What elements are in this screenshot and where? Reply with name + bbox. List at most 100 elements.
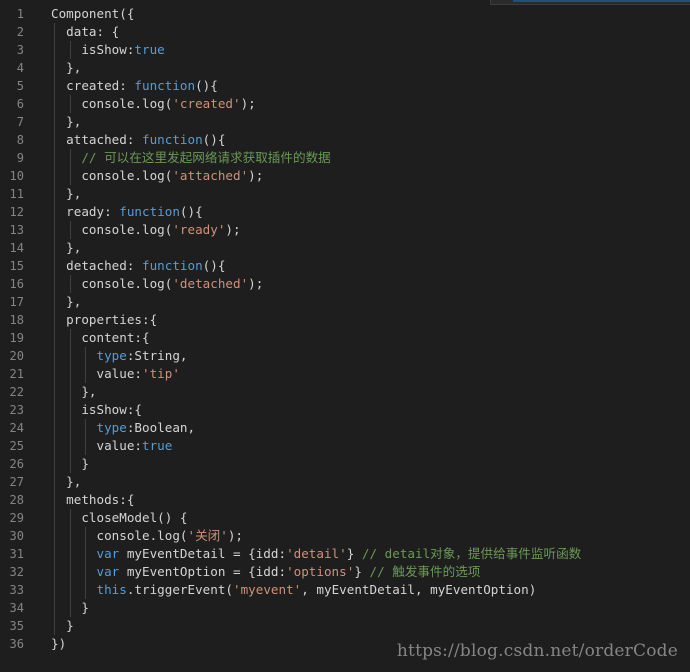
code-token: }, <box>51 384 97 399</box>
code-token: } <box>354 564 370 579</box>
code-line[interactable]: 33 this.triggerEvent('myevent', myEventD… <box>0 581 690 599</box>
code-text: closeModel() { <box>51 509 187 527</box>
code-token: (){ <box>195 78 218 93</box>
line-number: 18 <box>9 313 24 327</box>
code-token: :Boolean, <box>126 420 196 435</box>
code-line[interactable]: 3 isShow:true <box>0 41 690 59</box>
code-line[interactable]: 28 methods:{ <box>0 491 690 509</box>
code-text: }, <box>51 185 81 203</box>
code-token: type <box>96 348 127 363</box>
code-line[interactable]: 9 // 可以在这里发起网络请求获取插件的数据 <box>0 149 690 167</box>
code-line[interactable]: 17 }, <box>0 293 690 311</box>
code-token: var <box>96 564 120 579</box>
code-line[interactable]: 7 }, <box>0 113 690 131</box>
line-number: 3 <box>16 43 24 57</box>
code-line[interactable]: 1 Component({ <box>0 5 690 23</box>
line-number: 25 <box>9 439 24 453</box>
code-token: isShow:{ <box>51 402 142 417</box>
code-token: function <box>119 204 180 219</box>
line-number: 24 <box>9 421 24 435</box>
code-token: 'tip' <box>142 366 180 381</box>
code-text: console.log('ready'); <box>51 221 241 239</box>
code-token: function <box>142 132 203 147</box>
code-text: type:String, <box>51 347 188 365</box>
code-token: 'ready' <box>172 222 226 237</box>
code-token: true <box>134 42 165 57</box>
code-text: attached: function(){ <box>51 131 225 149</box>
code-line[interactable]: 26 } <box>0 455 690 473</box>
code-token: 'detached' <box>172 276 249 291</box>
code-text: // 可以在这里发起网络请求获取插件的数据 <box>51 149 331 167</box>
code-token: '关闭' <box>187 528 228 543</box>
code-line[interactable]: 21 value:'tip' <box>0 365 690 383</box>
code-token: 'options' <box>286 564 355 579</box>
code-line[interactable]: 6 console.log('created'); <box>0 95 690 113</box>
code-line[interactable]: 11 }, <box>0 185 690 203</box>
code-line[interactable]: 20 type:String, <box>0 347 690 365</box>
code-token: console.log( <box>51 276 173 291</box>
code-token: ready: <box>51 204 120 219</box>
code-line[interactable]: 34 } <box>0 599 690 617</box>
code-line[interactable]: 8 attached: function(){ <box>0 131 690 149</box>
code-line[interactable]: 22 }, <box>0 383 690 401</box>
line-number: 4 <box>16 61 24 75</box>
code-token: } <box>346 546 362 561</box>
code-editor[interactable]: 1 Component({2 data: {3 isShow:true 4 }, 5 … <box>0 0 690 672</box>
code-token: 'attached' <box>172 168 249 183</box>
code-text: } <box>51 617 74 635</box>
code-text: var myEventDetail = {idd:'detail'} // de… <box>51 545 582 563</box>
code-text: methods:{ <box>51 491 134 509</box>
code-token: function <box>142 258 203 273</box>
code-token: (){ <box>179 204 203 219</box>
code-token: console.log( <box>51 528 188 543</box>
code-line[interactable]: 5 created: function(){ <box>0 77 690 95</box>
line-number: 19 <box>9 331 24 345</box>
code-line[interactable]: 16 console.log('detached'); <box>0 275 690 293</box>
code-line[interactable]: 4 }, <box>0 59 690 77</box>
code-line[interactable]: 31 var myEventDetail = {idd:'detail'} //… <box>0 545 690 563</box>
code-line[interactable]: 25 value:true <box>0 437 690 455</box>
code-line[interactable]: 19 content:{ <box>0 329 690 347</box>
code-line[interactable]: 13 console.log('ready'); <box>0 221 690 239</box>
code-token: isShow: <box>51 42 135 57</box>
code-text: var myEventOption = {idd:'options'} // 触… <box>51 563 481 581</box>
code-line[interactable]: 15 detached: function(){ <box>0 257 690 275</box>
watermark-url: https://blog.csdn.net/orderCode <box>396 641 678 661</box>
code-line[interactable]: 23 isShow:{ <box>0 401 690 419</box>
code-line[interactable]: 30 console.log('关闭'); <box>0 527 690 545</box>
line-number: 8 <box>16 133 24 147</box>
code-token: this <box>96 582 127 597</box>
code-text: console.log('关闭'); <box>51 527 243 545</box>
code-line[interactable]: 18 properties:{ <box>0 311 690 329</box>
line-number: 29 <box>9 511 24 525</box>
code-line[interactable]: 32 var myEventOption = {idd:'options'} /… <box>0 563 690 581</box>
code-token: data: { <box>51 24 120 39</box>
code-token: value: <box>51 438 142 453</box>
line-number: 15 <box>9 259 24 273</box>
code-text: data: { <box>51 23 119 41</box>
line-number: 22 <box>9 385 24 399</box>
code-line[interactable]: 27 }, <box>0 473 690 491</box>
code-token: ); <box>225 222 241 237</box>
code-token: ); <box>248 168 264 183</box>
code-text: }, <box>51 383 97 401</box>
code-line[interactable]: 24 type:Boolean, <box>0 419 690 437</box>
code-token: 'detail' <box>286 546 347 561</box>
line-number: 10 <box>9 169 24 183</box>
code-line[interactable]: 35 } <box>0 617 690 635</box>
code-line[interactable]: 2 data: { <box>0 23 690 41</box>
code-line[interactable]: 10 console.log('attached'); <box>0 167 690 185</box>
code-line[interactable]: 29 closeModel() { <box>0 509 690 527</box>
code-line[interactable]: 14 }, <box>0 239 690 257</box>
code-token: // 可以在这里发起网络请求获取插件的数据 <box>51 150 331 165</box>
code-token: ); <box>227 528 244 543</box>
code-token: console.log( <box>51 168 173 183</box>
code-text: value:true <box>51 437 172 455</box>
code-token: properties:{ <box>51 312 158 327</box>
code-text: detached: function(){ <box>51 257 225 275</box>
code-line[interactable]: 12 ready: function(){ <box>0 203 690 221</box>
line-number: 32 <box>9 565 24 579</box>
code-text: }, <box>51 239 81 257</box>
code-text: isShow:{ <box>51 401 142 419</box>
